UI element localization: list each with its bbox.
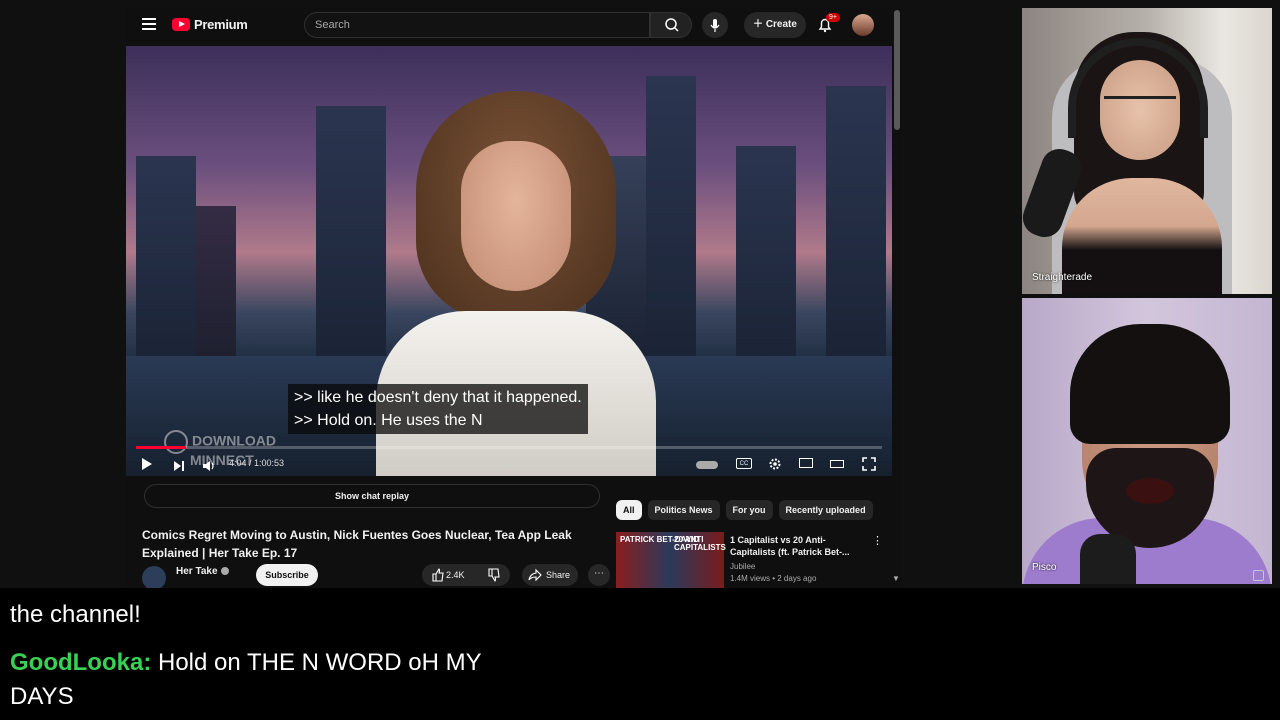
- channel-name-text: Her Take: [176, 566, 218, 577]
- gear-icon: [769, 458, 781, 470]
- notification-badge: 9+: [826, 13, 840, 22]
- microphone: [1080, 534, 1136, 584]
- subscribe-button[interactable]: Subscribe: [256, 564, 318, 586]
- thumbnail-text-right: 20 ANTI CAPITALISTS: [674, 535, 726, 552]
- theater-mode-button[interactable]: [830, 460, 844, 468]
- play-button[interactable]: [142, 458, 152, 470]
- next-button[interactable]: [172, 459, 186, 473]
- settings-button[interactable]: [768, 457, 782, 471]
- chip-recently-uploaded[interactable]: Recently uploaded: [778, 500, 873, 520]
- page-scrollbar[interactable]: [894, 10, 900, 130]
- kebab-menu-icon[interactable]: ⋮: [872, 534, 883, 547]
- video-title: Comics Regret Moving to Austin, Nick Fue…: [142, 528, 572, 560]
- player-controls: 4:04 / 1:00:53 CC: [126, 452, 892, 476]
- autoplay-toggle[interactable]: [696, 461, 718, 469]
- webcam-top: Straighterade: [1022, 8, 1272, 294]
- channel-row: Her Take Subscribe 2.4K Share ⋯: [142, 564, 610, 588]
- mute-icon: [1253, 280, 1264, 291]
- more-actions-button[interactable]: ⋯: [588, 564, 610, 586]
- chat-username: GoodLooka:: [10, 649, 152, 676]
- share-label: Share: [545, 570, 570, 580]
- miniplayer-button[interactable]: [799, 458, 813, 468]
- chat-overlay: the channel! GoodLooka: Hold on THE N WO…: [0, 588, 1280, 720]
- like-button[interactable]: 2.4K: [422, 564, 510, 586]
- streamer-mouth: [1126, 478, 1174, 504]
- chat-message-continued: DAYS: [10, 683, 74, 710]
- volume-button[interactable]: [202, 459, 216, 473]
- scroll-down-icon[interactable]: ▼: [892, 574, 900, 583]
- chip-all[interactable]: All: [616, 500, 642, 520]
- plus-icon: ＋: [753, 19, 766, 30]
- recommended-title[interactable]: 1 Capitalist vs 20 Anti-Capitalists (ft.…: [730, 534, 860, 558]
- youtube-topbar: Premium Search ＋ Create 9+: [126, 8, 902, 44]
- mute-icon: [1253, 570, 1264, 581]
- fullscreen-button[interactable]: [862, 457, 876, 471]
- watermark-logo-icon: [164, 430, 188, 454]
- youtube-window: Premium Search ＋ Create 9+ >> like he do…: [126, 8, 902, 588]
- webcam-bottom: Pisco: [1022, 298, 1272, 584]
- chip-politics-news[interactable]: Politics News: [647, 500, 720, 520]
- streamer-hair: [1070, 324, 1230, 444]
- voice-search-button[interactable]: [702, 12, 728, 38]
- filter-chips: All Politics News For you Recently uploa…: [616, 500, 873, 520]
- chat-text: Hold on THE N WORD oH MY: [151, 649, 482, 676]
- video-caption: >> like he doesn't deny that it happened…: [288, 384, 588, 434]
- caption-line-1: >> like he doesn't deny that it happened…: [294, 389, 582, 406]
- account-avatar[interactable]: [852, 14, 874, 36]
- microphone-icon: [710, 19, 720, 32]
- video-player[interactable]: >> like he doesn't deny that it happened…: [126, 46, 892, 476]
- time-display: 4:04 / 1:00:53: [229, 458, 285, 468]
- background-building: [136, 156, 196, 356]
- background-building: [736, 146, 796, 356]
- thumbs-up-icon: [432, 568, 444, 582]
- recommended-thumbnail[interactable]: PATRICK BET-DAVID 20 ANTI CAPITALISTS: [616, 532, 726, 588]
- volume-icon: [203, 461, 214, 471]
- caption-line-2: >> Hold on. He uses the N: [294, 412, 483, 429]
- chip-for-you[interactable]: For you: [725, 500, 773, 520]
- search-input[interactable]: Search: [304, 12, 650, 38]
- share-icon: [528, 568, 542, 582]
- menu-icon[interactable]: [142, 18, 156, 30]
- background-building: [196, 206, 236, 356]
- search-button[interactable]: [650, 12, 692, 38]
- channel-name[interactable]: Her Take: [176, 566, 229, 577]
- background-building: [826, 86, 886, 356]
- host-face: [461, 141, 571, 291]
- chat-message-previous: the channel!: [10, 601, 141, 628]
- search-icon: [665, 18, 679, 32]
- webcam-bottom-label: Pisco: [1032, 562, 1057, 573]
- fullscreen-icon: [862, 457, 876, 471]
- chat-message: GoodLooka: Hold on THE N WORD oH MY: [10, 646, 482, 680]
- recommended-video[interactable]: PATRICK BET-DAVID 20 ANTI CAPITALISTS 1 …: [616, 532, 888, 588]
- progress-bar[interactable]: [136, 446, 882, 449]
- youtube-play-logo-icon: [172, 18, 190, 31]
- channel-avatar[interactable]: [142, 566, 166, 588]
- progress-played: [136, 446, 186, 449]
- recommended-meta: 1.4M views • 2 days ago: [730, 574, 817, 583]
- create-label: Create: [765, 19, 797, 30]
- like-count: 2.4K: [446, 570, 465, 580]
- thumbs-down-icon[interactable]: [484, 564, 504, 586]
- webcam-top-label: Straighterade: [1032, 272, 1093, 283]
- share-button[interactable]: Share: [522, 564, 578, 586]
- create-button[interactable]: ＋ Create: [744, 12, 806, 38]
- next-icon: [174, 461, 184, 471]
- logo-text: Premium: [194, 17, 248, 32]
- verified-icon: [220, 567, 229, 576]
- captions-button[interactable]: CC: [736, 458, 752, 469]
- youtube-logo[interactable]: Premium: [172, 17, 248, 32]
- show-chat-replay-button[interactable]: Show chat replay: [144, 484, 600, 508]
- recommended-channel[interactable]: Jubilee: [730, 562, 755, 571]
